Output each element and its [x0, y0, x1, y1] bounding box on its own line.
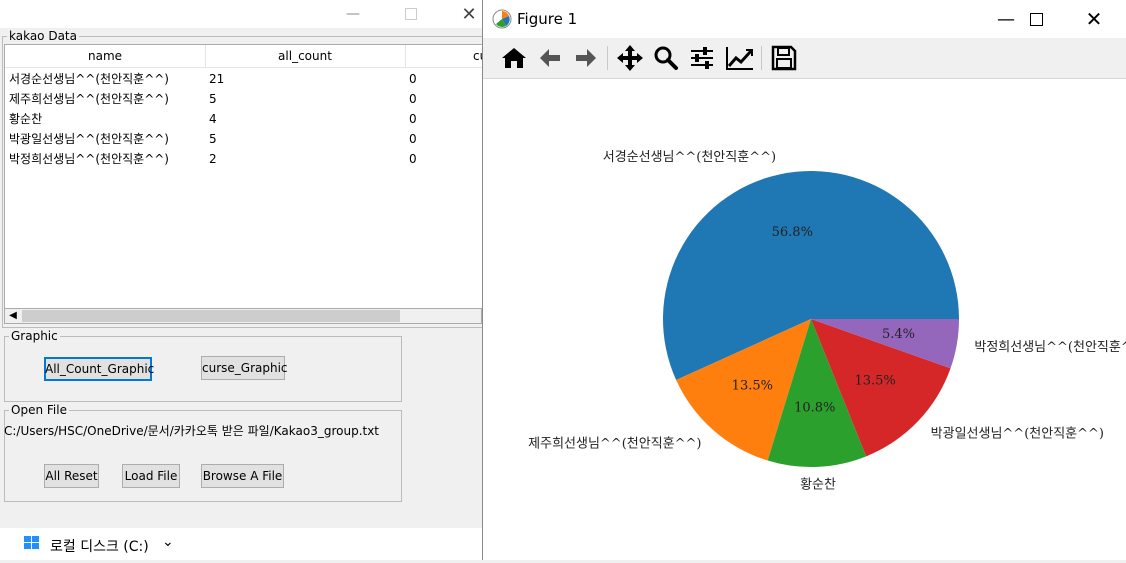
cell-all-count: 5: [209, 92, 217, 106]
scroll-left-arrow-icon[interactable]: ◀: [5, 309, 21, 323]
table-row[interactable]: 박정희선생님^^(천안직훈^^) 2 0: [5, 149, 483, 169]
maximize-icon: [1029, 12, 1043, 26]
browse-a-file-button[interactable]: Browse A File: [201, 464, 284, 488]
cell-name: 서경순선생님^^(천안직훈^^): [9, 72, 169, 86]
app-titlebar: — ✕: [0, 0, 486, 28]
arrow-left-icon: [540, 49, 560, 67]
cell-curse: 0: [409, 152, 417, 166]
chevron-down-icon[interactable]: ⌄: [162, 534, 174, 550]
line-chart-icon: [726, 47, 753, 70]
column-header-name[interactable]: name: [5, 45, 206, 67]
data-table[interactable]: name all_count cu 서경순선생님^^(천안직훈^^) 21 0 …: [4, 44, 484, 312]
figure-title: Figure 1: [517, 10, 578, 28]
home-icon: [502, 48, 526, 68]
matplotlib-icon: [492, 9, 512, 29]
cell-curse: 0: [409, 132, 417, 146]
all-reset-button[interactable]: All Reset: [44, 464, 99, 488]
home-button[interactable]: [497, 41, 531, 75]
table-row[interactable]: 서경순선생님^^(천안직훈^^) 21 0: [5, 69, 483, 89]
cell-name: 박광일선생님^^(천안직훈^^): [9, 132, 169, 146]
open-file-group-title: Open File: [9, 403, 69, 417]
table-row[interactable]: 박광일선생님^^(천안직훈^^) 5 0: [5, 129, 483, 149]
edit-axis-button[interactable]: [723, 41, 757, 75]
cell-all-count: 5: [209, 132, 217, 146]
cell-name: 박정희선생님^^(천안직훈^^): [9, 152, 169, 166]
sliders-icon: [691, 47, 713, 69]
cell-name: 황순찬: [9, 112, 43, 126]
cell-all-count: 2: [209, 152, 217, 166]
save-button[interactable]: [767, 41, 801, 75]
forward-button[interactable]: [569, 41, 603, 75]
magnifier-icon: [654, 46, 678, 70]
figure-close-button[interactable]: ✕: [1065, 0, 1123, 38]
pie-percent-label: 56.8%: [772, 225, 813, 240]
table-row[interactable]: 황순찬 4 0: [5, 109, 483, 129]
pie-percent-label: 13.5%: [854, 373, 895, 388]
table-row[interactable]: 제주희선생님^^(천안직훈^^) 5 0: [5, 89, 483, 109]
pie-percent-label: 10.8%: [794, 401, 835, 416]
figure-canvas[interactable]: 56.8% 서경순선생님^^(천안직훈^^) 13.5% 제주희선생님^^(천안직훈^…: [483, 79, 1126, 560]
toolbar-separator: [607, 46, 608, 70]
graphic-group-title: Graphic: [9, 329, 60, 343]
figure-maximize-button[interactable]: [1007, 0, 1065, 38]
figure-toolbar: [483, 38, 1126, 79]
drive-icon: [24, 536, 40, 550]
pie-category-label: 황순찬: [800, 478, 836, 493]
back-button[interactable]: [533, 41, 567, 75]
pie-percent-label: 13.5%: [732, 379, 773, 394]
floppy-disk-icon: [771, 45, 797, 71]
pie-category-label: 제주희선생님^^(천안직훈^^): [528, 436, 701, 451]
pie-category-label: 박정희선생님^^(천안직훈^^): [974, 340, 1126, 355]
figure-window: Figure 1 — ✕ 56.8% 서경순선생님^^(천안직훈^^) 13.5…: [482, 0, 1126, 560]
pie-category-label: 박광일선생님^^(천안직훈^^): [931, 427, 1104, 442]
kakao-data-group-title: kakao Data: [7, 29, 79, 43]
load-file-button[interactable]: Load File: [122, 464, 180, 488]
scrollbar-thumb[interactable]: [22, 310, 400, 322]
column-header-all-count[interactable]: all_count: [205, 45, 406, 67]
cell-all-count: 4: [209, 112, 217, 126]
zoom-button[interactable]: [649, 41, 683, 75]
cell-all-count: 21: [209, 72, 225, 86]
curse-graphic-button[interactable]: curse_Graphic: [201, 356, 288, 380]
all-count-graphic-button[interactable]: All_Count_Graphic: [44, 357, 154, 381]
pan-button[interactable]: [613, 41, 647, 75]
pie-chart: 56.8% 서경순선생님^^(천안직훈^^) 13.5% 제주희선생님^^(천안직훈^…: [528, 150, 1126, 493]
minimize-button[interactable]: —: [330, 0, 376, 28]
pie-percent-label: 5.4%: [882, 327, 915, 342]
pie-category-label: 서경순선생님^^(천안직훈^^): [603, 150, 776, 165]
move-arrows-icon: [617, 45, 643, 71]
arrow-right-icon: [576, 49, 596, 67]
maximize-button[interactable]: [388, 0, 434, 28]
table-header: name all_count cu: [5, 45, 483, 68]
figure-titlebar: Figure 1 — ✕: [483, 0, 1126, 38]
toolbar-separator: [761, 46, 762, 70]
explorer-drive-bar: 로컬 디스크 (C:) ⌄: [0, 528, 486, 560]
cell-curse: 0: [409, 112, 417, 126]
cell-curse: 0: [409, 92, 417, 106]
file-path-label: C:/Users/HSC/OneDrive/문서/카카오톡 받은 파일/Kaka…: [4, 424, 380, 438]
kakao-app-window: — ✕ kakao Data name all_count cu 서경순선생님^…: [0, 0, 486, 528]
cell-name: 제주희선생님^^(천안직훈^^): [9, 92, 169, 106]
column-header-curse[interactable]: cu: [405, 45, 483, 67]
cell-curse: 0: [409, 72, 417, 86]
drive-label[interactable]: 로컬 디스크 (C:): [50, 536, 149, 556]
table-horizontal-scrollbar[interactable]: ◀: [4, 308, 482, 324]
maximize-icon: [405, 8, 417, 20]
configure-subplots-button[interactable]: [685, 41, 719, 75]
